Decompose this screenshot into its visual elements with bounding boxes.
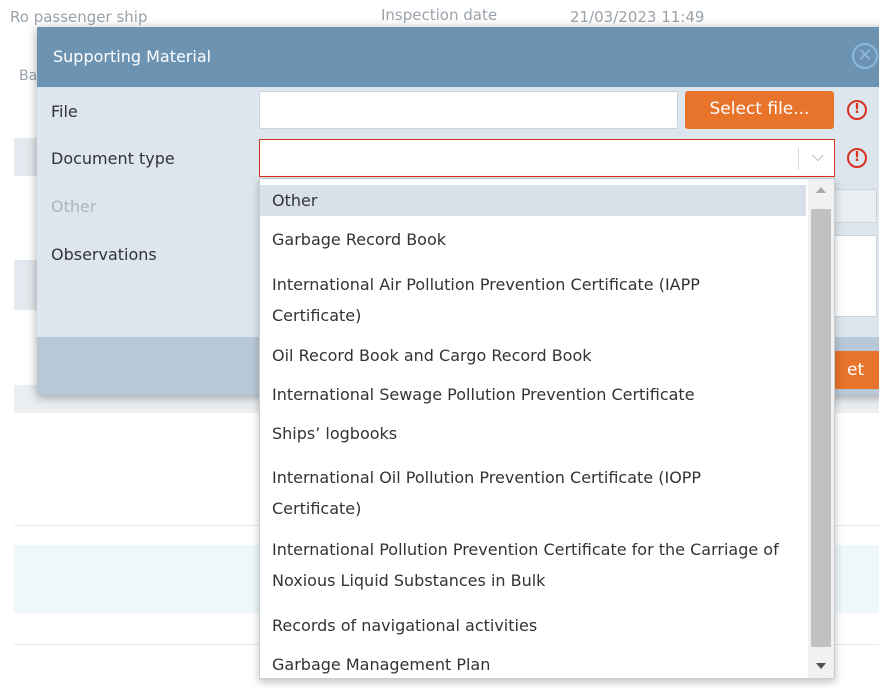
document-type-dropdown: Other Garbage Record Book International … <box>259 178 835 679</box>
dropdown-option[interactable]: Ships’ logbooks <box>260 418 806 449</box>
select-separator <box>798 148 799 170</box>
dropdown-option[interactable]: Garbage Management Plan <box>260 649 806 678</box>
scroll-up-arrow-icon[interactable] <box>816 187 826 193</box>
select-file-button[interactable]: Select file... <box>685 91 834 129</box>
dropdown-option-other[interactable]: Other <box>260 185 806 216</box>
dropdown-scrollbar[interactable] <box>808 179 834 678</box>
close-icon[interactable]: ✕ <box>852 43 878 69</box>
background-partial-label: Ba <box>19 68 38 84</box>
scroll-down-arrow-icon[interactable] <box>816 663 826 669</box>
dropdown-option[interactable]: Oil Record Book and Cargo Record Book <box>260 340 806 371</box>
file-required-warning-icon: ! <box>847 100 867 120</box>
document-type-required-warning-icon: ! <box>847 148 867 168</box>
dropdown-option[interactable]: International Sewage Pollution Preventio… <box>260 379 806 410</box>
file-label: File <box>51 102 78 121</box>
dropdown-option[interactable]: Records of navigational activities <box>260 610 806 641</box>
chevron-down-icon[interactable]: ⌵ <box>812 146 824 166</box>
dropdown-option[interactable]: Garbage Record Book <box>260 224 806 255</box>
inspection-date-label: Inspection date <box>381 6 498 24</box>
dialog-title: Supporting Material <box>53 47 212 66</box>
scroll-thumb[interactable] <box>811 209 831 647</box>
vessel-type-text: Ro passenger ship <box>10 8 148 26</box>
inspection-date-value: 21/03/2023 11:49 <box>570 8 705 26</box>
dropdown-option[interactable]: International Air Pollution Prevention C… <box>260 269 806 331</box>
dialog-header: Supporting Material ✕ <box>37 27 879 87</box>
document-type-select[interactable]: ⌵ <box>259 139 835 177</box>
dropdown-option[interactable]: International Pollution Prevention Certi… <box>260 534 806 596</box>
document-type-label: Document type <box>51 149 175 168</box>
file-field[interactable] <box>259 91 678 129</box>
other-label: Other <box>51 197 97 216</box>
observations-label: Observations <box>51 245 157 264</box>
dropdown-option[interactable]: International Oil Pollution Prevention C… <box>260 462 806 524</box>
background-header: Ro passenger ship Inspection date 21/03/… <box>0 0 879 30</box>
